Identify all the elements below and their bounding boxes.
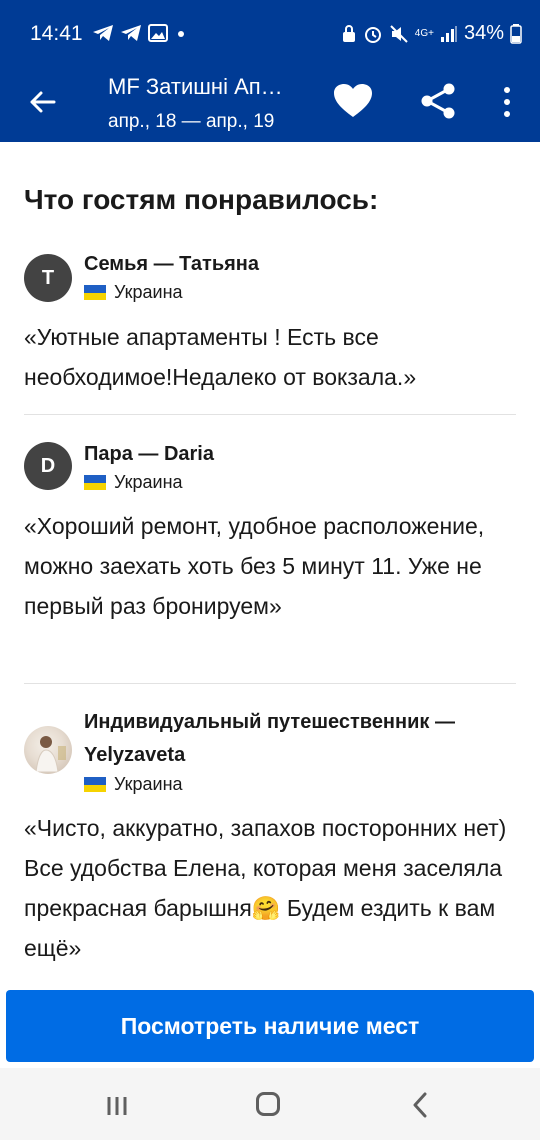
more-dot — [504, 111, 510, 117]
telegram-icon — [121, 25, 141, 41]
reviewer-country: Украина — [84, 472, 183, 493]
divider — [24, 683, 516, 684]
gallery-icon — [148, 24, 168, 42]
date-range: апр., 18 — апр., 19 — [108, 111, 275, 132]
check-availability-button[interactable]: Посмотреть наличие мест — [6, 990, 534, 1062]
country-label: Украина — [114, 472, 183, 492]
favorite-button[interactable] — [333, 83, 373, 119]
reviewer-name: Пара — Daria — [84, 443, 214, 465]
avatar: T — [24, 254, 72, 302]
reviewer-name-line2: Yelyzaveta — [84, 744, 186, 766]
battery-percent: 34% — [463, 22, 504, 44]
section-title: Что гостям понравилось: — [24, 184, 379, 215]
more-dot — [504, 87, 510, 93]
avatar: D — [24, 442, 72, 490]
share-icon — [421, 83, 455, 119]
country-label: Украина — [114, 774, 183, 794]
reviewer-country: Украина — [84, 282, 183, 303]
mute-icon — [390, 24, 408, 43]
status-bar: 14:41 4G+ 34% — [0, 0, 540, 66]
more-dot — [504, 99, 510, 105]
signal-icon — [440, 25, 457, 42]
cta-container: Посмотреть наличие мест — [0, 972, 540, 1072]
status-time: 14:41 — [30, 22, 83, 45]
ukraine-flag-icon — [84, 475, 106, 490]
home-icon[interactable] — [256, 1092, 280, 1116]
share-button[interactable] — [419, 82, 457, 120]
back-button[interactable] — [24, 84, 60, 120]
recent-apps-icon[interactable] — [106, 1094, 130, 1118]
heart-icon — [334, 84, 372, 117]
telegram-icon — [93, 25, 113, 41]
notification-icons — [92, 24, 188, 42]
alarm-icon — [364, 26, 381, 43]
avatar — [24, 726, 72, 774]
reviewer-name: Индивидуальный путешественник — — [84, 711, 455, 733]
nav-back-icon[interactable] — [410, 1092, 430, 1118]
review-card: T Семья — Татьяна Украина «Уютные апарта… — [24, 250, 516, 400]
divider — [24, 414, 516, 415]
reviewer-country: Украина — [84, 774, 183, 795]
more-options-button[interactable] — [496, 82, 518, 122]
system-nav-bar — [0, 1068, 540, 1140]
country-label: Украина — [114, 282, 183, 302]
ukraine-flag-icon — [84, 285, 106, 300]
property-title: MF Затишні Ап… — [108, 74, 283, 99]
battery-icon — [510, 23, 522, 44]
review-text: «Чисто, аккуратно, запахов посторонних н… — [24, 815, 507, 961]
review-card: D Пара — Daria Украина «Хороший ремонт, … — [24, 438, 516, 668]
dot-icon — [178, 31, 184, 37]
review-text: «Хороший ремонт, удобное расположение, м… — [24, 513, 485, 619]
avatar-photo — [35, 736, 66, 773]
review-card: Индивидуальный путешественник — Yelyzave… — [24, 706, 516, 976]
ukraine-flag-icon — [84, 777, 106, 792]
review-text: «Уютные апартаменты ! Есть все необходим… — [24, 324, 417, 390]
app-bar: MF Затишні Ап… апр., 18 — апр., 19 — [0, 66, 540, 142]
network-label: 4G+ — [414, 27, 434, 39]
lock-icon — [342, 24, 355, 42]
reviewer-name: Семья — Татьяна — [84, 253, 259, 275]
system-icons: 4G+ 34% — [341, 22, 522, 45]
arrow-left-icon — [30, 91, 56, 113]
